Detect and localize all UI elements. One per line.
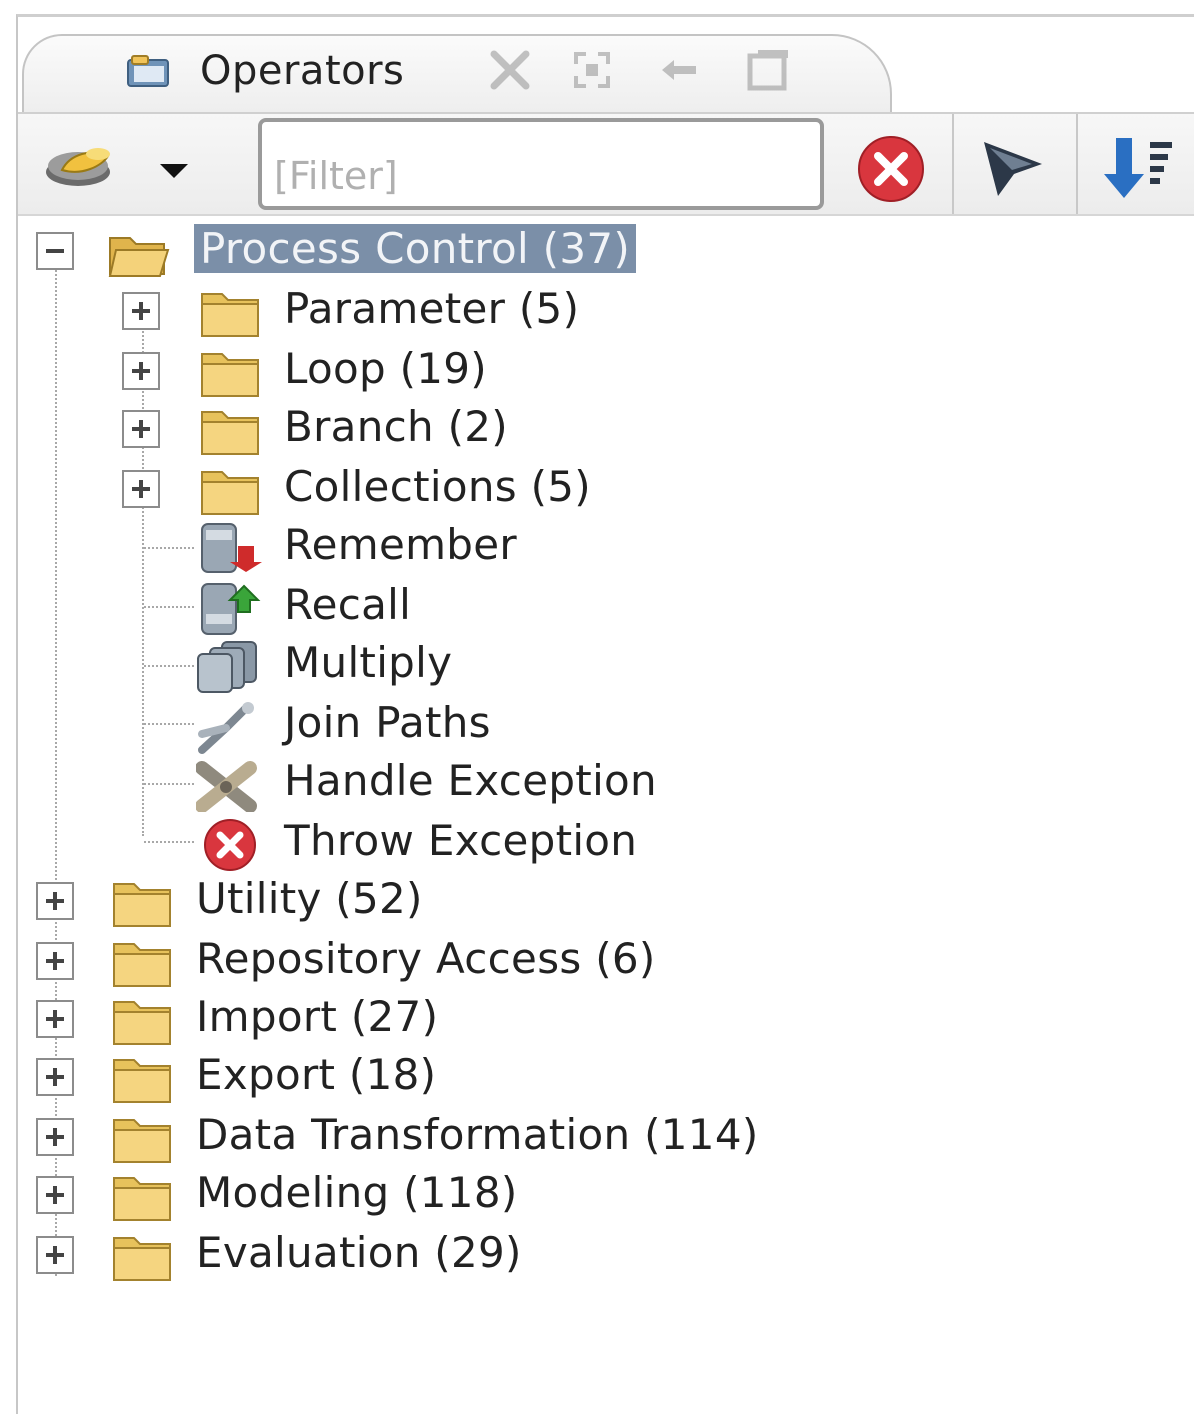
tree-node-label: Repository Access (6) <box>196 934 656 983</box>
expand-toggle[interactable] <box>36 1176 74 1214</box>
folder-icon <box>201 353 259 397</box>
maximize-icon[interactable] <box>486 46 534 94</box>
filter-input[interactable] <box>258 118 824 210</box>
expand-toggle[interactable] <box>36 882 74 920</box>
tree-node-label: Data Transformation (114) <box>196 1110 759 1159</box>
tree-node-branch[interactable]: Branch (2) <box>118 400 638 458</box>
tree-node-label: Remember <box>284 520 517 569</box>
folder-open-icon <box>108 237 170 277</box>
tree-node-export[interactable]: Export (18) <box>30 1048 510 1106</box>
new-operator-icon[interactable] <box>42 136 120 194</box>
chevron-down-icon[interactable] <box>156 158 192 182</box>
clear-filter-icon[interactable] <box>856 134 926 204</box>
folder-icon <box>113 943 171 987</box>
tree-node-label: Loop (19) <box>284 344 487 393</box>
tree-node-recall[interactable]: Recall <box>118 578 618 636</box>
tree-node-utility[interactable]: Utility (52) <box>30 872 490 930</box>
multiply-icon <box>197 641 257 693</box>
tree-node-throw-exception[interactable]: Throw Exception <box>118 814 718 872</box>
tree-node-label: Handle Exception <box>284 756 657 805</box>
detach-icon[interactable] <box>744 46 792 94</box>
tree-node-label: Collections (5) <box>284 462 591 511</box>
tree-node-loop[interactable]: Loop (19) <box>118 342 638 400</box>
operator-tree: Process Control (37) Parameter (5) Loop … <box>0 216 1194 1406</box>
tree-node-label: Utility (52) <box>196 874 423 923</box>
expand-toggle[interactable] <box>122 470 160 508</box>
tree-node-label: Branch (2) <box>284 402 508 451</box>
tree-node-label: Import (27) <box>196 992 439 1041</box>
throw-exception-icon <box>204 819 256 871</box>
tree-node-label: Throw Exception <box>284 816 638 865</box>
tree-node-collections[interactable]: Collections (5) <box>118 460 678 518</box>
tree-node-data-transformation[interactable]: Data Transformation (114) <box>30 1108 890 1166</box>
expand-toggle[interactable] <box>36 1058 74 1096</box>
folder-icon <box>113 883 171 927</box>
pin-icon[interactable] <box>656 46 704 94</box>
remember-icon <box>201 523 262 573</box>
operators-panel-icon <box>127 55 169 87</box>
tree-node-repository-access[interactable]: Repository Access (6) <box>30 932 770 990</box>
tree-node-parameter[interactable]: Parameter (5) <box>118 282 638 340</box>
recall-icon <box>201 583 261 635</box>
tree-node-modeling[interactable]: Modeling (118) <box>30 1166 610 1224</box>
tree-node-evaluation[interactable]: Evaluation (29) <box>30 1226 610 1284</box>
tree-node-label: Multiply <box>284 638 453 687</box>
expand-toggle[interactable] <box>36 1236 74 1274</box>
collapse-toggle[interactable] <box>36 232 74 270</box>
folder-icon <box>113 1177 171 1221</box>
tree-node-remember[interactable]: Remember <box>118 518 618 576</box>
sort-icon[interactable] <box>1098 134 1178 204</box>
folder-icon <box>201 293 259 337</box>
toolbar-separator <box>952 114 954 214</box>
tree-node-join-paths[interactable]: Join Paths <box>118 696 618 754</box>
tree-node-multiply[interactable]: Multiply <box>118 636 618 694</box>
tree-node-label: Export (18) <box>196 1050 437 1099</box>
tree-node-import[interactable]: Import (27) <box>30 990 510 1048</box>
funnel-icon[interactable] <box>978 134 1048 204</box>
tree-node-label: Join Paths <box>284 698 491 747</box>
tree-node-label: Evaluation (29) <box>196 1228 522 1277</box>
tree-node-process-control[interactable]: Process Control (37) <box>30 222 730 280</box>
tree-node-handle-exception[interactable]: Handle Exception <box>118 754 738 812</box>
panel-title: Operators <box>200 48 405 94</box>
folder-icon <box>201 471 259 515</box>
join-paths-icon <box>198 702 254 754</box>
handle-exception-icon <box>196 761 257 812</box>
expand-toggle[interactable] <box>122 410 160 448</box>
folder-icon <box>201 411 259 455</box>
expand-toggle[interactable] <box>36 1000 74 1038</box>
expand-toggle[interactable] <box>36 942 74 980</box>
folder-icon <box>113 1119 171 1163</box>
folder-icon <box>113 1059 171 1103</box>
restore-icon[interactable] <box>568 46 616 94</box>
tree-node-label: Recall <box>284 580 412 629</box>
tree-node-label: Parameter (5) <box>284 284 580 333</box>
expand-toggle[interactable] <box>122 292 160 330</box>
expand-toggle[interactable] <box>122 352 160 390</box>
folder-icon <box>113 1001 171 1045</box>
expand-toggle[interactable] <box>36 1118 74 1156</box>
folder-icon <box>113 1237 171 1281</box>
tree-node-label: Process Control (37) <box>194 224 637 273</box>
tree-node-label: Modeling (118) <box>196 1168 518 1217</box>
toolbar-separator-2 <box>1076 114 1078 214</box>
